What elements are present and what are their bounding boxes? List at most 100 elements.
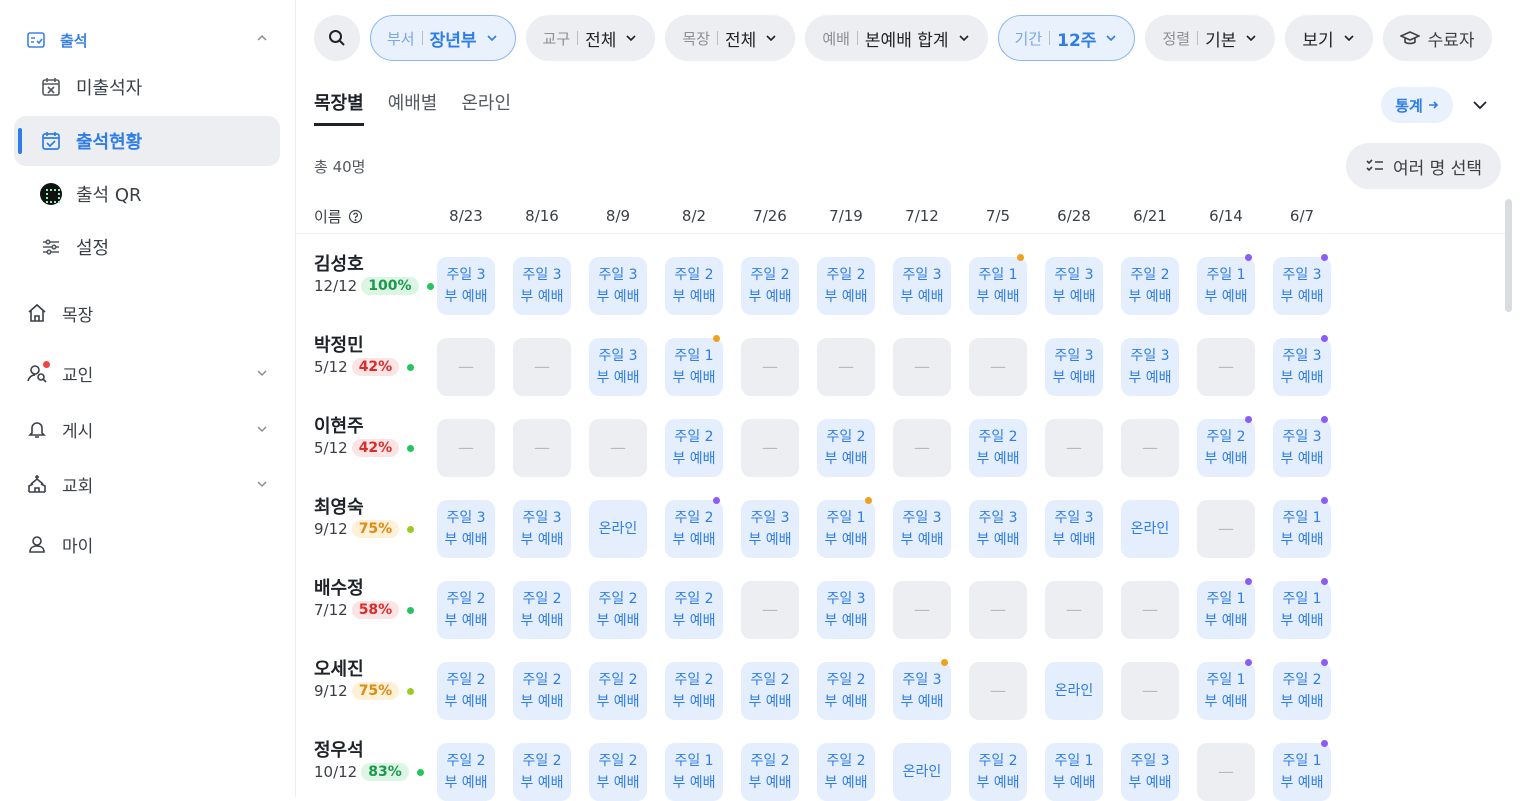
attendance-cell[interactable]: 주일 3부 예배 <box>893 500 951 558</box>
member-name[interactable]: 정우석 <box>314 736 364 762</box>
attendance-cell[interactable]: 주일 3부 예배 <box>1273 335 1331 396</box>
attendance-cell[interactable]: 주일 2부 예배 <box>437 662 495 720</box>
table-row[interactable]: 김성호 12/12 100% 주일 3부 예배 주일 3부 예배 주일 3부 예배 주일 2… <box>296 250 1396 315</box>
attendance-cell[interactable]: 주일 2부 예배 <box>513 662 571 720</box>
attendance-cell[interactable]: 주일 2부 예배 <box>969 419 1027 477</box>
sidebar-item-church[interactable]: 교회 <box>26 469 270 499</box>
attendance-cell[interactable]: 주일 3부 예배 <box>969 500 1027 558</box>
attendance-cell[interactable]: 주일 2부 예배 <box>437 743 495 801</box>
attendance-cell-absent[interactable]: — <box>1197 500 1255 558</box>
tab-by-cell-group[interactable]: 목장별 <box>314 92 364 126</box>
attendance-cell[interactable]: 주일 2부 예배 <box>589 743 647 801</box>
attendance-cell[interactable]: 주일 3부 예배 <box>1045 338 1103 396</box>
member-name[interactable]: 이현주 <box>314 412 364 438</box>
tab-online[interactable]: 온라인 <box>461 92 511 126</box>
filter-sort[interactable]: 정렬 기본 <box>1145 15 1276 61</box>
attendance-cell[interactable]: 주일 3부 예배 <box>1045 500 1103 558</box>
member-name[interactable]: 배수정 <box>314 574 364 600</box>
attendance-cell[interactable]: 주일 3부 예배 <box>817 581 875 639</box>
attendance-cell-absent[interactable]: — <box>437 419 495 477</box>
attendance-cell[interactable]: 주일 1부 예배 <box>665 743 723 801</box>
sidebar-group-attendance[interactable]: 출석 <box>26 28 270 52</box>
attendance-cell[interactable]: 주일 2부 예배 <box>589 581 647 639</box>
attendance-cell[interactable]: 온라인 <box>1121 500 1179 558</box>
attendance-cell[interactable]: 주일 2부 예배 <box>817 419 875 477</box>
attendance-cell[interactable]: 주일 3부 예배 <box>893 659 951 720</box>
sidebar-item-settings[interactable]: 설정 <box>14 222 280 272</box>
member-name[interactable]: 오세진 <box>314 655 364 681</box>
search-button[interactable] <box>314 15 360 61</box>
attendance-cell[interactable]: 주일 3부 예배 <box>893 257 951 315</box>
attendance-cell-absent[interactable]: — <box>969 662 1027 720</box>
table-row[interactable]: 이현주 5/12 42% — — — 주일 2부 예배 — 주일 2부 예배 — 주일 2부 예배 —… <box>296 412 1396 477</box>
attendance-cell-absent[interactable]: — <box>1121 419 1179 477</box>
attendance-cell-absent[interactable]: — <box>513 419 571 477</box>
attendance-cell-absent[interactable]: — <box>969 581 1027 639</box>
attendance-cell[interactable]: 온라인 <box>1045 662 1103 720</box>
table-row[interactable]: 정우석 10/12 83% 주일 2부 예배 주일 2부 예배 주일 2부 예배 주일 1부… <box>296 736 1396 801</box>
attendance-cell[interactable]: 주일 1부 예배 <box>1273 740 1331 801</box>
attendance-cell[interactable]: 주일 3부 예배 <box>589 257 647 315</box>
attendance-cell[interactable]: 주일 3부 예배 <box>741 500 799 558</box>
table-row[interactable]: 배수정 7/12 58% 주일 2부 예배 주일 2부 예배 주일 2부 예배 주일 2부 … <box>296 574 1396 639</box>
attendance-cell[interactable]: 주일 2부 예배 <box>1121 257 1179 315</box>
attendance-cell[interactable]: 주일 1부 예배 <box>1197 578 1255 639</box>
attendance-cell-absent[interactable]: — <box>437 338 495 396</box>
attendance-cell[interactable]: 주일 3부 예배 <box>1121 338 1179 396</box>
member-name[interactable]: 최영숙 <box>314 493 364 519</box>
attendance-cell[interactable]: 주일 2부 예배 <box>1197 416 1255 477</box>
attendance-cell[interactable]: 주일 3부 예배 <box>513 257 571 315</box>
stats-button[interactable]: 통계 <box>1381 87 1453 123</box>
table-row[interactable]: 오세진 9/12 75% 주일 2부 예배 주일 2부 예배 주일 2부 예배 주일 2부 … <box>296 655 1396 720</box>
attendance-cell[interactable]: 주일 3부 예배 <box>1121 743 1179 801</box>
attendance-cell[interactable]: 주일 2부 예배 <box>817 662 875 720</box>
attendance-cell-absent[interactable]: — <box>969 338 1027 396</box>
help-icon[interactable] <box>348 209 363 224</box>
attendance-cell[interactable]: 주일 2부 예배 <box>665 497 723 558</box>
filter-worship[interactable]: 예배 본예배 합계 <box>805 15 988 61</box>
attendance-cell[interactable]: 주일 2부 예배 <box>513 581 571 639</box>
attendance-cell[interactable]: 주일 1부 예배 <box>969 254 1027 315</box>
attendance-cell-absent[interactable]: — <box>893 581 951 639</box>
attendance-cell-absent[interactable]: — <box>1121 662 1179 720</box>
attendance-cell-absent[interactable]: — <box>1197 338 1255 396</box>
tab-by-worship[interactable]: 예배별 <box>388 92 438 126</box>
attendance-cell[interactable]: 주일 2부 예배 <box>665 662 723 720</box>
attendance-cell[interactable]: 주일 1부 예배 <box>1197 254 1255 315</box>
attendance-cell[interactable]: 주일 2부 예배 <box>665 257 723 315</box>
multi-select-button[interactable]: 여러 명 선택 <box>1346 143 1501 189</box>
attendance-cell-absent[interactable]: — <box>741 581 799 639</box>
attendance-cell-absent[interactable]: — <box>1197 743 1255 801</box>
attendance-cell[interactable]: 주일 2부 예배 <box>589 662 647 720</box>
attendance-cell-absent[interactable]: — <box>1121 581 1179 639</box>
attendance-cell[interactable]: 주일 3부 예배 <box>437 500 495 558</box>
filter-period[interactable]: 기간 12주 <box>997 15 1136 61</box>
attendance-cell[interactable]: 주일 3부 예배 <box>1273 254 1331 315</box>
sidebar-item-cell-group[interactable]: 목장 <box>26 298 270 328</box>
table-row[interactable]: 최영숙 9/12 75% 주일 3부 예배 주일 3부 예배 온라인 주일 2부 예배 주일 … <box>296 493 1396 558</box>
attendance-cell[interactable]: 온라인 <box>893 743 951 801</box>
attendance-cell-absent[interactable]: — <box>589 419 647 477</box>
attendance-cell[interactable]: 주일 3부 예배 <box>513 500 571 558</box>
attendance-cell-absent[interactable]: — <box>817 338 875 396</box>
attendance-cell-absent[interactable]: — <box>741 338 799 396</box>
attendance-cell[interactable]: 주일 2부 예배 <box>513 743 571 801</box>
filter-cell-group[interactable]: 목장 전체 <box>665 15 796 61</box>
attendance-cell-absent[interactable]: — <box>1045 419 1103 477</box>
chevron-down-icon[interactable] <box>1469 94 1491 116</box>
attendance-cell[interactable]: 주일 1부 예배 <box>665 335 723 396</box>
attendance-cell[interactable]: 주일 1부 예배 <box>1273 578 1331 639</box>
attendance-cell-absent[interactable]: — <box>513 338 571 396</box>
sidebar-item-posts[interactable]: 게시 <box>26 414 270 444</box>
attendance-cell[interactable]: 주일 1부 예배 <box>1273 497 1331 558</box>
attendance-cell[interactable]: 주일 3부 예배 <box>589 338 647 396</box>
sidebar-item-my[interactable]: 마이 <box>26 529 270 559</box>
member-name[interactable]: 김성호 <box>314 250 364 276</box>
attendance-cell[interactable]: 주일 2부 예배 <box>969 743 1027 801</box>
attendance-cell[interactable]: 주일 2부 예배 <box>437 581 495 639</box>
attendance-cell[interactable]: 주일 1부 예배 <box>1197 659 1255 720</box>
sidebar-item-attendance-status[interactable]: 출석현황 <box>14 116 280 166</box>
attendance-cell[interactable]: 주일 2부 예배 <box>817 257 875 315</box>
attendance-cell[interactable]: 주일 2부 예배 <box>665 419 723 477</box>
attendance-cell[interactable]: 주일 2부 예배 <box>1273 659 1331 720</box>
